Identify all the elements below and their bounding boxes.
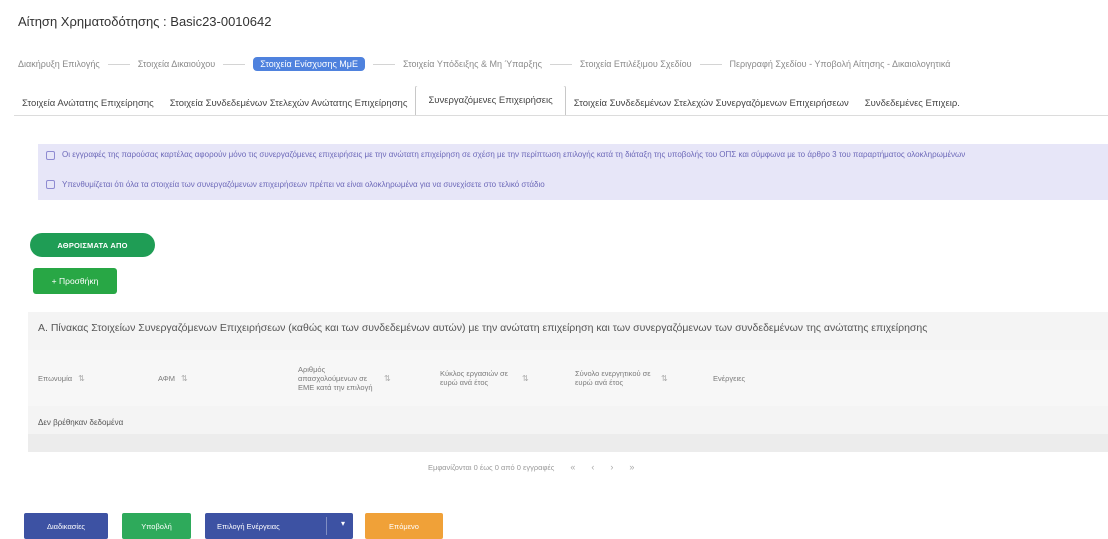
column-label: Αριθμός απασχολούμενων σε ΕΜΕ κατά την ε…	[298, 364, 373, 392]
step-connector	[107, 63, 130, 65]
sort-arrows-icon[interactable]: ⇅	[661, 374, 668, 383]
info-text: Οι εγγραφές της παρούσας καρτέλας αφορού…	[62, 150, 966, 159]
tab-parent-company[interactable]: Στοιχεία Ανώτατης Επιχείρησης	[14, 91, 162, 116]
wizard-steps: Διακήρυξη Επιλογής Στοιχεία Δικαιούχου Σ…	[18, 56, 1108, 72]
tab-parent-related-executives[interactable]: Στοιχεία Συνδεδεμένων Στελεχών Ανώτατης …	[162, 91, 416, 116]
step-connector	[699, 63, 722, 65]
column-label: Επωνυμία	[38, 373, 73, 383]
choose-action-label: Επιλογή Ενέργειας	[217, 521, 280, 531]
chevron-down-icon[interactable]: ▾	[341, 519, 345, 528]
step-2-active[interactable]: Στοιχεία Ενίσχυσης ΜμΕ	[253, 57, 365, 71]
prev-page-icon[interactable]: ‹	[591, 462, 594, 472]
column-label: Σύνολο ενεργητικού σε ευρώ ανά έτος	[575, 369, 651, 387]
choose-action-dropdown[interactable]: Επιλογή Ενέργειας ▾	[205, 513, 353, 539]
table-header-row: Επωνυμία ⇅ ΑΦΜ ⇅ Αριθμός απασχολούμενων σε…	[28, 350, 1108, 406]
step-3[interactable]: Στοιχεία Υπόδειξης & Μη Ύπαρξης	[403, 59, 542, 69]
table-footer-band	[28, 434, 1108, 452]
info-square-icon	[46, 151, 55, 160]
tab-partner-related-executives[interactable]: Στοιχεία Συνδεδεμένων Στελεχών Συνεργαζό…	[566, 91, 857, 116]
aggregations-button[interactable]: ΑΘΡΟΙΣΜΑΤΑ ΑΠΟ	[30, 233, 155, 257]
partner-companies-table: Α. Πίνακας Στοιχείων Συνεργαζόμενων Επιχ…	[28, 312, 1108, 452]
next-button[interactable]: Επόμενο	[365, 513, 443, 539]
column-header[interactable]: Σύνολο ενεργητικού σε ευρώ ανά έτος ⇅	[575, 350, 715, 406]
tab-partner-companies[interactable]: Συνεργαζόμενες Επιχειρήσεις	[415, 86, 566, 116]
cancel-button[interactable]: Διαδικασίες	[24, 513, 108, 539]
dropdown-divider	[326, 517, 327, 535]
column-header[interactable]: ΑΦΜ ⇅	[158, 350, 288, 406]
step-4[interactable]: Στοιχεία Επιλέξιμου Σχεδίου	[580, 59, 692, 69]
column-header[interactable]: Αριθμός απασχολούμενων σε ΕΜΕ κατά την ε…	[298, 350, 438, 406]
info-line: Υπενθυμίζεται ότι όλα τα στοιχεία των συ…	[46, 180, 545, 190]
first-page-icon[interactable]: «	[570, 462, 575, 472]
submit-button[interactable]: Υποβολή	[122, 513, 191, 539]
sort-arrows-icon[interactable]: ⇅	[522, 374, 529, 383]
sort-arrows-icon[interactable]: ⇅	[181, 374, 188, 383]
column-header[interactable]: Κύκλος εργασιών σε ευρώ ανά έτος ⇅	[440, 350, 570, 406]
column-label: Ενέργειες	[713, 373, 746, 383]
pagination-info: Εμφανίζονται 0 έως 0 από 0 εγγραφές	[428, 462, 555, 472]
empty-message: Δεν βρέθηκαν δεδομένα	[38, 418, 124, 427]
info-alert: Οι εγγραφές της παρούσας καρτέλας αφορού…	[38, 144, 1108, 200]
sort-arrows-icon[interactable]: ⇅	[78, 374, 85, 383]
tab-related-companies[interactable]: Συνδεδεμένες Επιχειρ.	[857, 91, 968, 116]
column-header[interactable]: Επωνυμία ⇅	[38, 350, 158, 406]
step-connector	[372, 63, 395, 65]
step-0[interactable]: Διακήρυξη Επιλογής	[18, 59, 100, 69]
last-page-icon[interactable]: »	[629, 462, 634, 472]
step-1[interactable]: Στοιχεία Δικαιούχου	[138, 59, 215, 69]
sub-tabs: Στοιχεία Ανώτατης Επιχείρησης Στοιχεία Σ…	[14, 86, 1108, 116]
tab-divider	[14, 115, 1108, 116]
column-label: ΑΦΜ	[158, 373, 176, 383]
info-text: Υπενθυμίζεται ότι όλα τα στοιχεία των συ…	[62, 180, 545, 189]
info-square-icon	[46, 180, 55, 189]
pagination: Εμφανίζονται 0 έως 0 από 0 εγγραφές « ‹ …	[428, 462, 634, 472]
step-5[interactable]: Περιγραφή Σχεδίου - Υποβολή Αίτησης - Δι…	[730, 59, 951, 69]
table-heading: Α. Πίνακας Στοιχείων Συνεργαζόμενων Επιχ…	[38, 322, 928, 334]
sort-arrows-icon[interactable]: ⇅	[384, 374, 391, 383]
next-page-icon[interactable]: ›	[610, 462, 613, 472]
page-title: Αίτηση Χρηματοδότησης : Basic23-0010642	[18, 14, 272, 29]
step-connector	[223, 63, 246, 65]
column-header: Ενέργειες	[713, 350, 813, 406]
add-button[interactable]: + Προσθήκη	[33, 268, 117, 294]
info-line: Οι εγγραφές της παρούσας καρτέλας αφορού…	[46, 150, 1086, 160]
column-label: Κύκλος εργασιών σε ευρώ ανά έτος	[440, 369, 509, 387]
step-connector	[549, 63, 572, 65]
